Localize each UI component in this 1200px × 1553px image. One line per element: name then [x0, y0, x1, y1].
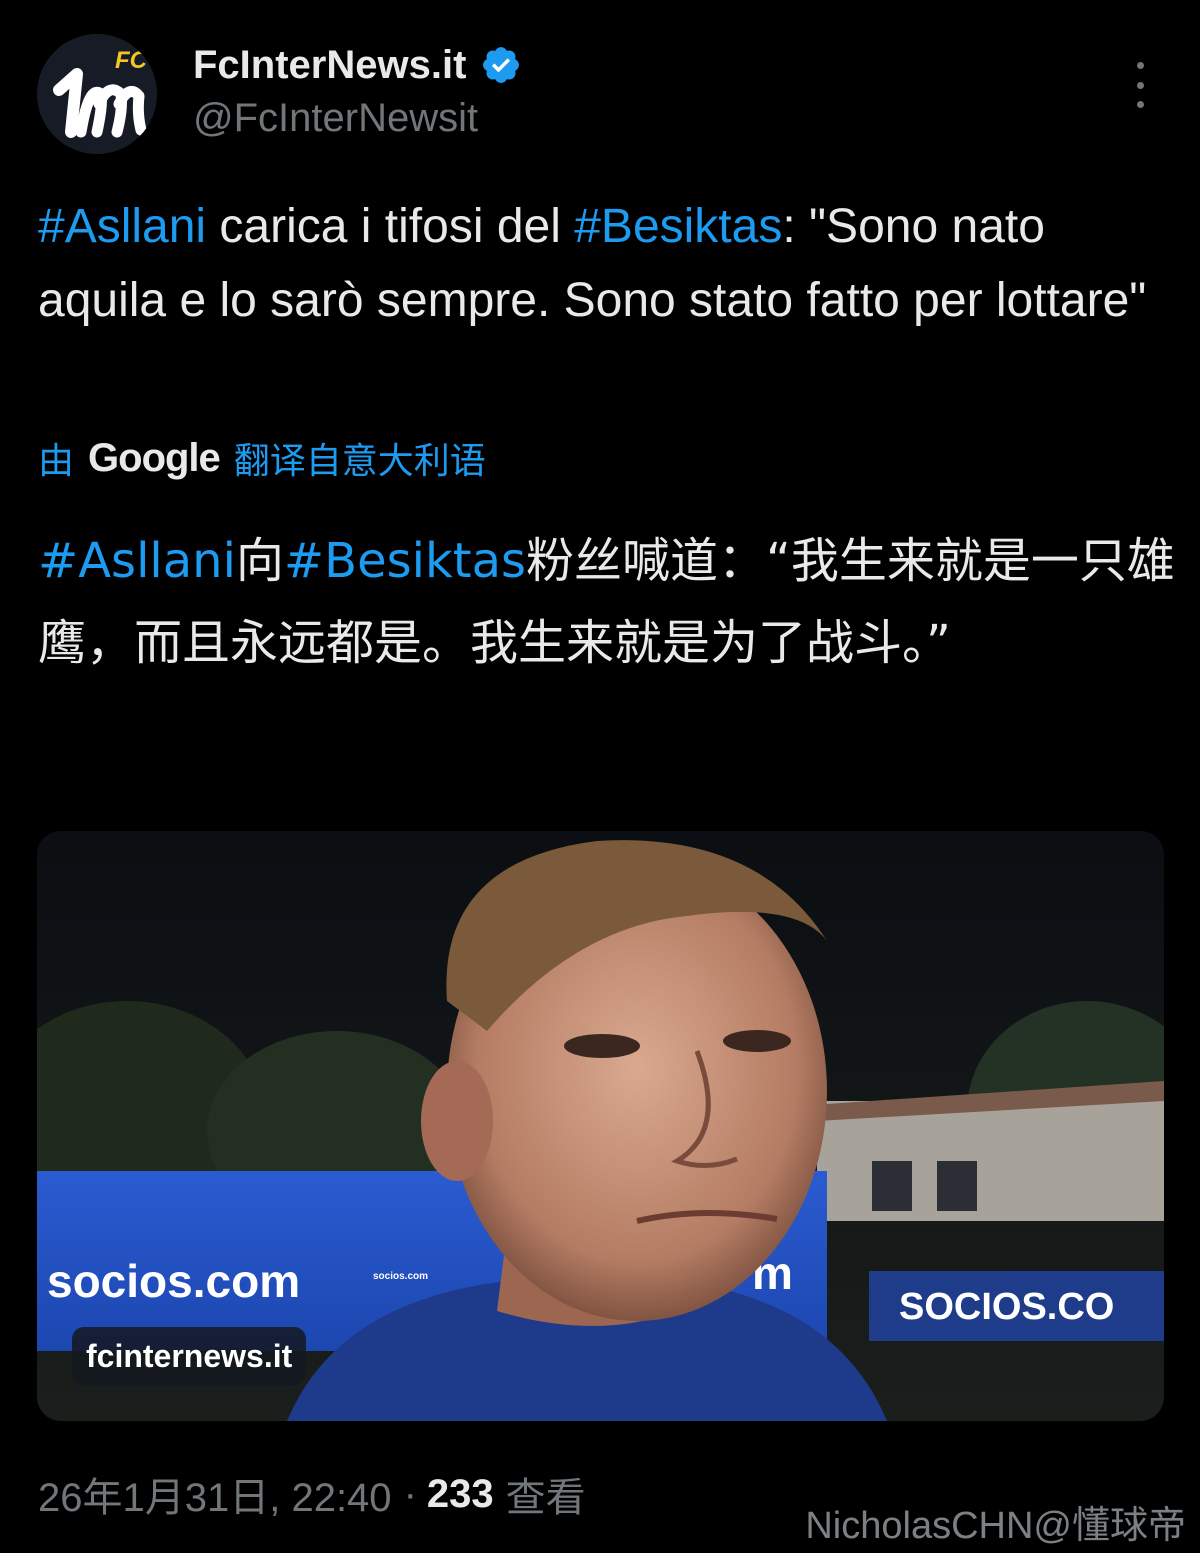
- translated-text: #Asllani向#Besiktas粉丝喊道：“我生来就是一只雄鹰，而且永远都是…: [38, 520, 1178, 684]
- watermark: NicholasCHN@懂球帝: [805, 1505, 1186, 1547]
- ad-board-text-small: socios.com: [373, 1271, 428, 1282]
- google-logo: Google: [88, 435, 221, 480]
- translation-prefix: 由: [38, 440, 75, 481]
- display-name[interactable]: FcInterNews.it: [193, 43, 466, 88]
- hashtag-link[interactable]: #Besiktas: [284, 533, 526, 589]
- view-count-label: 查看: [505, 1476, 586, 1520]
- verified-badge-icon: [483, 47, 520, 83]
- meta-separator: ·: [403, 1471, 417, 1516]
- tweet-text: #Asllani carica i tifosi del #Besiktas: …: [38, 190, 1178, 338]
- fcinternews-logo-icon: FC: [37, 34, 157, 154]
- translation-source-label: 翻译自意大利语: [233, 440, 486, 481]
- ad-board-text: socios.com: [47, 1255, 300, 1307]
- media-source-label: fcinternews.it: [72, 1327, 307, 1385]
- hashtag-link[interactable]: #Besiktas: [574, 200, 782, 253]
- more-options-icon[interactable]: [1120, 62, 1160, 108]
- avatar[interactable]: FC: [37, 34, 157, 154]
- timestamp[interactable]: 26年1月31日, 22:40: [38, 1465, 392, 1523]
- ad-board-text-right: SOCIOS.CO: [899, 1286, 1114, 1328]
- tweet-meta: 26年1月31日, 22:40 · 233 查看: [38, 1466, 586, 1522]
- translated-text-segment: 向: [235, 533, 284, 589]
- tweet-media-image[interactable]: socios.com socios.com m SOCIOS.CO fcinte…: [37, 831, 1164, 1421]
- author-handle[interactable]: @FcInterNewsit: [193, 96, 478, 141]
- author-name-row[interactable]: FcInterNews.it: [193, 40, 522, 90]
- avatar-badge: FC: [115, 47, 148, 74]
- hashtag-link[interactable]: #Asllani: [38, 200, 206, 253]
- view-count: 233: [426, 1471, 494, 1516]
- tweet-text-segment: carica i tifosi del: [206, 200, 575, 253]
- translation-attribution[interactable]: 由 Google 翻译自意大利语: [38, 432, 486, 484]
- hashtag-link[interactable]: #Asllani: [38, 533, 236, 589]
